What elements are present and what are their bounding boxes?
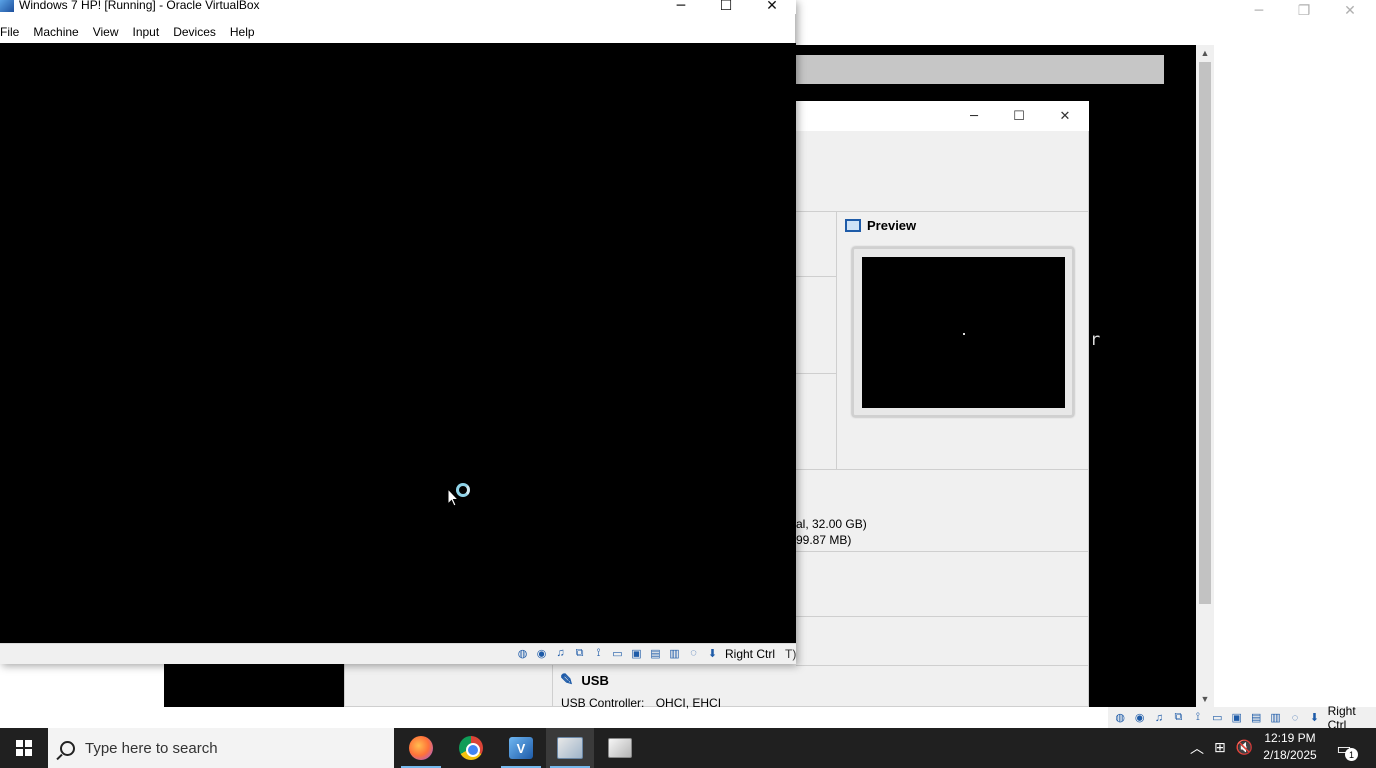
optical-drive-icon[interactable]: ◉ [533, 645, 550, 661]
details-close-button[interactable]: ✕ [1042, 104, 1088, 128]
preview-title: Preview [867, 217, 917, 233]
network-icon[interactable]: ⧉ [571, 645, 588, 661]
cpu-icon[interactable]: ▥ [666, 645, 683, 661]
details-minimize-button[interactable]: ─ [951, 104, 997, 128]
clock-date: 2/18/2025 [1263, 748, 1317, 762]
menu-view[interactable]: View [86, 25, 126, 39]
console-text: r [1090, 330, 1101, 350]
preview-section-header[interactable]: Preview [845, 215, 916, 235]
shared-folders-icon[interactable]: ▭ [1209, 710, 1225, 726]
start-button[interactable] [0, 728, 48, 768]
vm-window-icon [557, 737, 583, 759]
firefox-icon [409, 736, 433, 760]
menu-help[interactable]: Help [223, 25, 262, 39]
close-button[interactable]: ✕ [749, 0, 795, 16]
keyboard-icon[interactable]: ⬇ [704, 645, 721, 661]
usb-icon[interactable]: ⟟ [1190, 710, 1206, 726]
preview-divider [836, 212, 837, 470]
taskbar-virtualbox[interactable]: V [497, 728, 545, 768]
section-divider [796, 211, 1089, 212]
audio-icon[interactable]: ♫ [552, 645, 569, 661]
network-icon[interactable]: ⧉ [1170, 710, 1186, 726]
background-restore-button[interactable]: ❐ [1281, 0, 1327, 22]
chrome-icon [459, 736, 483, 760]
menu-machine[interactable]: Machine [26, 25, 85, 39]
mouse-integration-icon[interactable]: ◌ [1287, 710, 1303, 726]
network-tray-icon[interactable]: ⊞ [1214, 740, 1226, 756]
scroll-up-arrow-icon[interactable]: ▲ [1196, 45, 1214, 61]
recording-icon[interactable]: ▤ [647, 645, 664, 661]
usb-section-border [552, 665, 553, 707]
shared-folders-icon[interactable]: ▭ [609, 645, 626, 661]
virtualbox-icon [0, 0, 14, 12]
volume-muted-icon[interactable]: 🔇 [1236, 740, 1253, 756]
monitor-icon [845, 218, 861, 232]
maximize-button[interactable]: ☐ [703, 0, 749, 16]
section-divider [796, 469, 1089, 470]
taskbar-vm-window[interactable] [546, 728, 594, 768]
usb-controller-value: OHCI, EHCI [655, 696, 722, 710]
storage-detail-line: al, 32.00 GB) [796, 517, 867, 531]
taskbar-clock[interactable]: 12:19 PM 2/18/2025 [1258, 730, 1322, 764]
clock-time: 12:19 PM [1264, 731, 1316, 745]
background-close-button[interactable]: ✕ [1327, 0, 1373, 22]
scroll-down-arrow-icon[interactable]: ▼ [1196, 691, 1214, 707]
section-divider [796, 373, 836, 374]
section-divider [796, 551, 1089, 552]
background-status-bar: ◍ ◉ ♫ ⧉ ⟟ ▭ ▣ ▤ ▥ ◌ ⬇ Right Ctrl [1108, 704, 1376, 732]
status-icons: ◍ ◉ ♫ ⧉ ⟟ ▭ ▣ ▤ ▥ ◌ ⬇ [514, 645, 721, 661]
taskbar-vm-window-2[interactable] [596, 728, 644, 768]
hard-disk-icon[interactable]: ◍ [1112, 710, 1128, 726]
background-vm-display-strip [164, 664, 344, 707]
details-maximize-button[interactable]: ☐ [996, 104, 1042, 128]
usb-controller-row: USB Controller: OHCI, EHCI [561, 696, 721, 710]
window-title: Windows 7 HP! [Running] - Oracle Virtual… [19, 0, 260, 12]
section-divider [796, 616, 1089, 617]
menu-devices[interactable]: Devices [166, 25, 223, 39]
display-icon[interactable]: ▣ [628, 645, 645, 661]
chevron-up-icon[interactable]: ︿ [1190, 738, 1204, 758]
minimize-button[interactable]: ─ [658, 0, 704, 16]
status-trailing-text: T) [785, 647, 797, 661]
menu-input[interactable]: Input [126, 25, 167, 39]
usb-title: USB [581, 672, 609, 688]
background-minimize-button[interactable]: ─ [1236, 0, 1282, 22]
usb-icon: ✎ [560, 672, 574, 689]
vm-window-icon-2 [608, 738, 632, 758]
taskbar-search-box[interactable] [48, 728, 394, 768]
menu-bar: File Machine View Input Devices Help [0, 22, 262, 42]
preview-cursor-dot [963, 333, 965, 335]
search-input[interactable] [85, 739, 385, 757]
recording-icon[interactable]: ▤ [1248, 710, 1264, 726]
system-tray: ︿ ⊞ 🔇 [1190, 728, 1253, 768]
display-icon[interactable]: ▣ [1229, 710, 1245, 726]
mouse-integration-icon[interactable]: ◌ [685, 645, 702, 661]
section-divider [796, 276, 836, 277]
optical-drive-icon[interactable]: ◉ [1131, 710, 1147, 726]
taskbar-chrome[interactable] [447, 728, 495, 768]
search-icon [60, 740, 75, 756]
hard-disk-icon[interactable]: ◍ [514, 645, 531, 661]
cpu-icon[interactable]: ▥ [1267, 710, 1283, 726]
storage-detail-line: 99.87 MB) [796, 533, 852, 547]
vm-display[interactable] [0, 43, 796, 643]
usb-controller-label: USB Controller: [561, 696, 645, 710]
virtualbox-icon: V [509, 737, 533, 759]
section-divider [796, 665, 1089, 666]
taskbar-firefox[interactable] [397, 728, 445, 768]
scrollbar-thumb[interactable] [1199, 62, 1211, 604]
menu-file[interactable]: File [0, 25, 26, 39]
console-gray-bar [796, 55, 1164, 84]
notification-badge: 1 [1345, 748, 1358, 761]
audio-icon[interactable]: ♫ [1151, 710, 1167, 726]
windows-logo-icon [16, 740, 32, 756]
usb-section-header[interactable]: ✎ USB [560, 670, 609, 690]
busy-spinner-icon [456, 483, 470, 497]
host-key-label: Right Ctrl [725, 647, 776, 661]
usb-icon[interactable]: ⟟ [590, 645, 607, 661]
keyboard-icon[interactable]: ⬇ [1306, 710, 1322, 726]
